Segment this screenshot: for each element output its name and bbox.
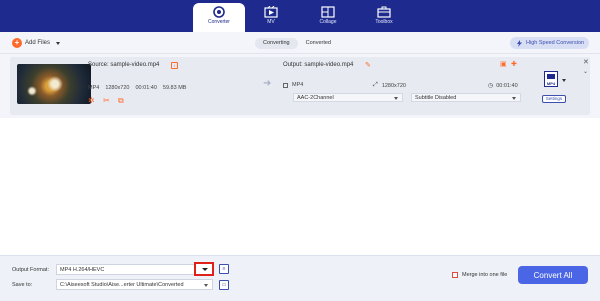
settings-button[interactable]: Settings [542,95,566,103]
high-speed-conversion-button[interactable]: High Speed Conversion [510,37,589,49]
tab-mv[interactable]: MV [245,3,297,32]
output-format-info: MP4 [283,82,303,88]
audio-track-value: AAC-2Channel [297,95,334,101]
output-format-dropdown-button[interactable] [194,262,214,276]
enhance-icon[interactable]: ✚ [511,61,519,69]
toolbox-icon [377,6,391,18]
output-resolution-info: ⤢ 1280x720 [373,82,406,89]
tab-converting[interactable]: Converting [255,38,298,49]
video-thumbnail[interactable] [17,64,91,104]
chevron-down-icon [394,97,398,100]
output-actions: ▣ ✚ [500,61,519,69]
output-format: MP4 [292,82,304,88]
add-files-button[interactable]: + Add Files [12,37,61,49]
output-meta: MP4 ⤢ 1280x720 ◷ 00:01:40 [283,82,518,90]
file-list-area [0,118,600,255]
source-size: 59.83 MB [162,85,187,91]
convert-all-button[interactable]: Convert All [518,266,588,284]
output-filename: Output: sample-video.mp4 [283,62,354,68]
chevron-down-icon [202,268,208,271]
settings-label: Settings [545,96,563,101]
source-resolution: 1280x720 [105,85,130,91]
collage-icon [321,6,335,18]
info-icon[interactable]: i [171,62,178,69]
bottom-bar: Output Format: MP4 H.264/HEVC ≡ Save to:… [0,255,600,301]
output-format-value: MP4 H.264/HEVC [60,267,105,273]
tab-label: MV [267,19,275,25]
tab-collage[interactable]: Collage [302,3,354,32]
effects-icon[interactable]: ✲ [88,97,96,105]
edit-icon[interactable]: ⧉ [118,97,126,105]
add-files-label: Add Files [25,40,51,46]
top-nav: Converter MV Collage Toolbox [0,0,600,32]
tab-toolbox[interactable]: Toolbox [358,3,410,32]
close-icon[interactable]: ✕ [583,58,589,66]
high-speed-label: High Speed Conversion [526,40,585,46]
merge-option[interactable]: Merge into one file [452,272,507,278]
subtitle-value: Subtitle Disabled [415,95,457,101]
source-duration: 00:01:40 [135,85,157,91]
format-icon-text: MP4 [546,81,556,86]
tab-label: Toolbox [375,19,393,25]
cut-icon[interactable]: ✂ [103,97,111,105]
edit-tools: ✲ ✂ ⧉ [88,97,126,105]
merge-checkbox[interactable] [452,272,458,278]
output-format-icon[interactable]: MP4 [544,71,558,87]
app-window: Converter MV Collage Toolbox + Add Files… [0,0,600,301]
thumbnail-detail [27,86,37,96]
tab-converter[interactable]: Converter [193,3,245,32]
save-to-value: C:\Aiseesoft Studio\Aise...erter Ultimat… [60,282,184,288]
output-format-label: Output Format: [12,267,49,273]
output-duration-info: ◷ 00:01:40 [488,82,518,90]
subtitle-dropdown[interactable]: Subtitle Disabled [411,93,521,102]
pencil-icon[interactable]: ✎ [365,61,371,69]
convert-all-label: Convert All [533,270,573,280]
save-to-path-select[interactable]: C:\Aiseesoft Studio\Aise...erter Ultimat… [56,279,213,290]
chevron-down-icon[interactable] [56,41,61,45]
thumbnail-detail [47,76,63,92]
conversion-tabs: Converting Converted [255,38,339,49]
output-duration: 00:01:40 [496,82,518,89]
chevron-down-icon[interactable]: ⌄ [583,68,588,75]
source-filename: Source: sample-video.mp4 [88,62,160,68]
mv-icon [264,6,278,18]
arrow-right-icon: ➜ [263,78,272,89]
output-resolution: 1280x720 [381,82,406,89]
tab-label: Converter [208,19,230,25]
source-meta: MP4 1280x720 00:01:40 59.83 MB [88,85,186,91]
lightning-icon [517,39,522,47]
toolbar: + Add Files Converting Converted High Sp… [0,32,600,54]
folder-icon[interactable]: ▭ [219,280,229,290]
source-format: MP4 [88,85,100,91]
resize-icon: ⤢ [373,82,378,88]
save-to-label: Save to: [12,282,33,288]
audio-track-dropdown[interactable]: AAC-2Channel [293,93,403,102]
compress-icon[interactable]: ▣ [500,61,508,69]
video-icon [283,82,288,88]
chevron-down-icon [512,97,516,100]
plus-icon: + [12,38,22,48]
output-format-select[interactable]: MP4 H.264/HEVC [56,264,213,275]
merge-label: Merge into one file [462,272,508,278]
chevron-down-icon[interactable] [562,79,566,82]
clock-icon: ◷ [488,83,494,89]
converter-icon [213,6,225,18]
format-settings-icon[interactable]: ≡ [219,264,229,274]
tab-label: Collage [319,19,337,25]
tab-converted[interactable]: Converted [298,38,339,49]
chevron-down-icon [204,284,208,287]
